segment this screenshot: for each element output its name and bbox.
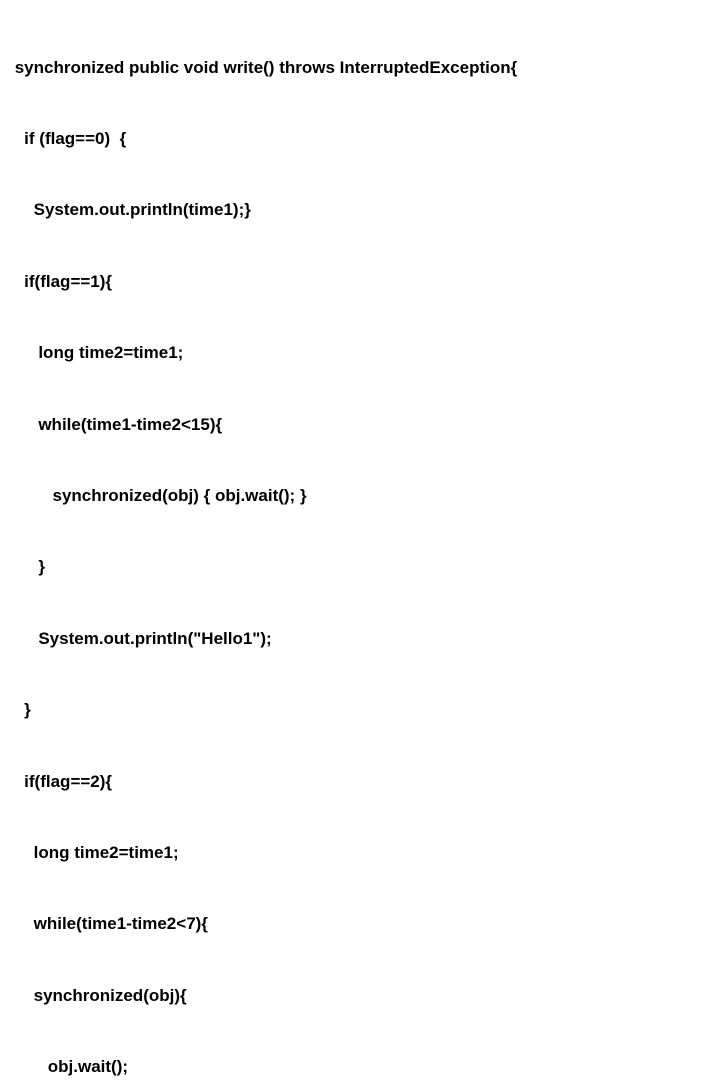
- code-line: System.out.println(time1);}: [10, 198, 710, 222]
- code-line: obj.wait();: [10, 1055, 710, 1079]
- code-line: System.out.println("Hello1");: [10, 627, 710, 651]
- code-line: if(flag==1){: [10, 270, 710, 294]
- code-line: while(time1-time2<15){: [10, 413, 710, 437]
- code-line: long time2=time1;: [10, 341, 710, 365]
- code-line: }: [10, 698, 710, 722]
- code-line: while(time1-time2<7){: [10, 912, 710, 936]
- code-line: synchronized public void write() throws …: [10, 56, 710, 80]
- code-line: long time2=time1;: [10, 841, 710, 865]
- code-line: if(flag==2){: [10, 770, 710, 794]
- code-line: synchronized(obj){: [10, 984, 710, 1008]
- code-line: synchronized(obj) { obj.wait(); }: [10, 484, 710, 508]
- code-line: }: [10, 555, 710, 579]
- code-line: if (flag==0) {: [10, 127, 710, 151]
- code-snippet: synchronized public void write() throws …: [10, 8, 710, 1080]
